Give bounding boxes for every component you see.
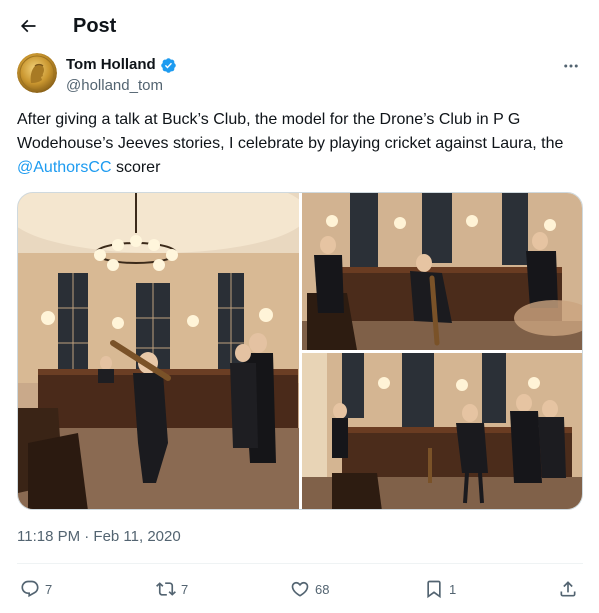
more-icon [564,64,578,68]
media-grid [17,192,583,510]
reply-count: 7 [45,581,53,597]
share-icon [560,581,576,597]
tweet-text-part: scorer [111,159,161,176]
bookmark-button[interactable]: 1 [424,576,456,602]
action-bar: 7 7 68 1 [17,576,583,602]
top-bar: Post [0,0,599,52]
reply-icon [21,580,39,598]
verified-badge-icon [160,57,176,73]
bookmark-icon [427,580,441,599]
repost-button[interactable]: 7 [156,576,188,602]
author-handle[interactable]: @holland_tom [66,77,163,95]
like-icon [291,581,309,597]
bookmark-count: 1 [449,581,457,597]
photo-3[interactable] [302,353,582,509]
like-count: 68 [315,581,330,597]
more-button[interactable] [560,55,582,77]
avatar[interactable] [17,53,57,93]
photo-1[interactable] [18,193,299,509]
author-row: Tom Holland @holland_tom [17,53,582,97]
repost-count: 7 [181,581,189,597]
like-button[interactable]: 68 [290,576,329,602]
reply-button[interactable]: 7 [20,576,52,602]
author-name[interactable]: Tom Holland [66,56,156,74]
back-button[interactable] [13,11,43,41]
page-title: Post [73,15,117,37]
tweet-timestamp[interactable]: 11:18 PM · Feb 11, 2020 [17,527,181,547]
mention-link[interactable]: @AuthorsCC [17,159,112,176]
share-button[interactable] [558,576,578,602]
divider [17,563,583,564]
repost-icon [156,582,176,596]
tweet-text-part: After giving a talk at Buck’s Club, the … [17,111,564,152]
photo-2[interactable] [302,193,582,350]
back-arrow-icon [20,19,36,33]
tweet-text: After giving a talk at Buck’s Club, the … [17,108,583,180]
